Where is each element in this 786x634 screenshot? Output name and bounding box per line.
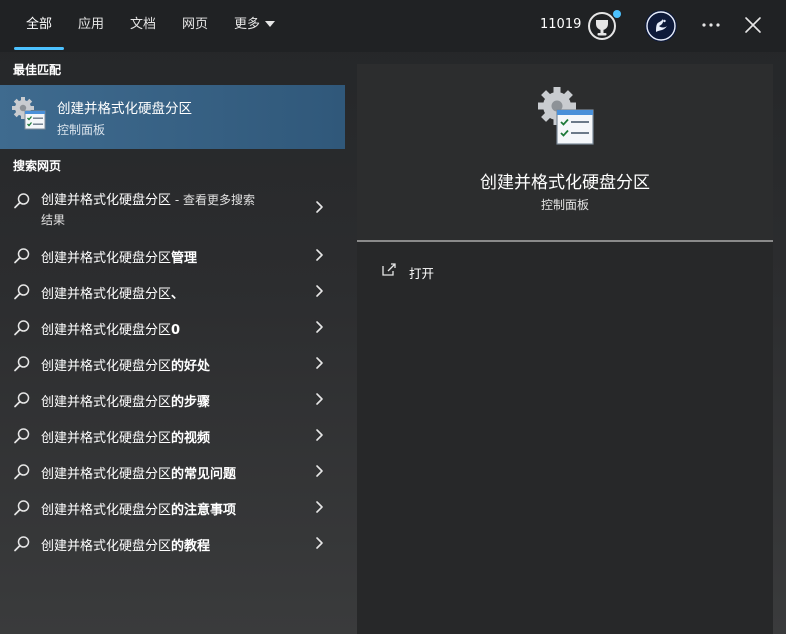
web-suggestion-item[interactable]: 创建并格式化硬盘分区的好处 xyxy=(0,345,345,381)
chevron-right-icon xyxy=(316,285,323,297)
search-web-header: 搜索网页 xyxy=(13,159,62,173)
chevron-right-icon xyxy=(316,321,323,333)
top-bar: 全部 应用 文档 网页 更多 11019 xyxy=(0,0,786,52)
notification-dot xyxy=(613,10,621,18)
web-suggestion-prefix: 创建并格式化硬盘分区 xyxy=(41,323,172,338)
control-panel-settings-icon xyxy=(12,97,46,130)
web-suggestion-prefix: 创建并格式化硬盘分区 xyxy=(41,395,172,410)
web-suggestion-item[interactable]: 创建并格式化硬盘分区的步骤 xyxy=(0,381,345,417)
search-icon xyxy=(14,464,30,480)
chevron-right-icon xyxy=(316,249,323,261)
web-result-label: 创建并格式化硬盘分区 - 查看更多搜索 xyxy=(41,190,255,211)
chevron-right-icon xyxy=(316,537,323,549)
web-suggestion-prefix: 创建并格式化硬盘分区 xyxy=(41,359,172,374)
web-suggestion-item[interactable]: 创建并格式化硬盘分区的教程 xyxy=(0,525,345,561)
web-suggestion-bold: 的好处 xyxy=(171,359,211,374)
web-query-text: 创建并格式化硬盘分区 xyxy=(41,193,172,208)
web-suggestion-prefix: 创建并格式化硬盘分区 xyxy=(41,251,172,266)
chevron-right-icon xyxy=(316,393,323,405)
preview-pane: 创建并格式化硬盘分区 控制面板 打开 xyxy=(357,64,773,634)
web-suggestion-bold: 0 xyxy=(171,323,181,338)
web-suggestion-label: 创建并格式化硬盘分区的步骤 xyxy=(41,391,210,410)
web-suggestion-bold: 的视频 xyxy=(171,431,211,446)
preview-subtitle: 控制面板 xyxy=(540,198,589,212)
search-icon xyxy=(14,284,30,300)
web-more-results-suffix-line2: 结果 xyxy=(41,213,66,227)
active-tab-indicator xyxy=(14,47,64,50)
web-suggestion-bold: 的常见问题 xyxy=(171,467,237,482)
search-icon xyxy=(14,536,30,552)
profile-avatar-icon[interactable] xyxy=(645,10,677,42)
best-match-result[interactable]: 创建并格式化硬盘分区 控制面板 xyxy=(0,85,345,149)
search-icon xyxy=(14,320,30,336)
web-suggestion-item[interactable]: 创建并格式化硬盘分区的注意事项 xyxy=(0,489,345,525)
chevron-down-icon xyxy=(265,21,276,27)
web-suggestion-label: 创建并格式化硬盘分区的注意事项 xyxy=(41,499,236,518)
web-suggestion-bold: 的教程 xyxy=(171,539,211,554)
web-suggestion-bold: 、 xyxy=(171,287,185,302)
chevron-right-icon xyxy=(316,429,323,441)
best-match-title: 创建并格式化硬盘分区 xyxy=(57,101,192,117)
search-icon xyxy=(14,392,30,408)
web-suggestion-label: 创建并格式化硬盘分区、 xyxy=(41,283,184,302)
web-search-more-results[interactable]: 创建并格式化硬盘分区 - 查看更多搜索 结果 xyxy=(0,190,345,236)
open-action-label: 打开 xyxy=(409,266,435,281)
web-suggestion-item[interactable]: 创建并格式化硬盘分区0 xyxy=(0,309,345,345)
web-suggestion-bold: 管理 xyxy=(171,251,198,266)
chevron-right-icon xyxy=(316,465,323,477)
best-match-subtitle: 控制面板 xyxy=(57,123,106,137)
chevron-right-icon xyxy=(316,201,323,213)
tab-all[interactable]: 全部 xyxy=(26,0,52,50)
tab-more-label: 更多 xyxy=(234,17,261,32)
web-suggestion-label: 创建并格式化硬盘分区0 xyxy=(41,319,180,338)
web-suggestion-item[interactable]: 创建并格式化硬盘分区的常见问题 xyxy=(0,453,345,489)
tab-more[interactable]: 更多 xyxy=(234,0,276,50)
preview-header: 创建并格式化硬盘分区 控制面板 xyxy=(357,64,773,240)
best-match-header: 最佳匹配 xyxy=(13,63,62,77)
web-suggestion-prefix: 创建并格式化硬盘分区 xyxy=(41,503,172,518)
tab-documents[interactable]: 文档 xyxy=(130,0,156,50)
preview-title: 创建并格式化硬盘分区 xyxy=(480,173,650,193)
web-suggestion-label: 创建并格式化硬盘分区的视频 xyxy=(41,427,210,446)
web-suggestion-prefix: 创建并格式化硬盘分区 xyxy=(41,539,172,554)
preview-divider xyxy=(357,240,773,242)
search-icon xyxy=(14,428,30,444)
close-icon[interactable] xyxy=(744,16,762,34)
search-icon xyxy=(14,356,30,372)
web-suggestion-prefix: 创建并格式化硬盘分区 xyxy=(41,467,172,482)
tab-web[interactable]: 网页 xyxy=(182,0,208,50)
web-suggestion-label: 创建并格式化硬盘分区管理 xyxy=(41,247,197,266)
web-suggestion-prefix: 创建并格式化硬盘分区 xyxy=(41,431,172,446)
web-suggestion-label: 创建并格式化硬盘分区的常见问题 xyxy=(41,463,236,482)
open-action[interactable]: 打开 xyxy=(369,256,761,286)
chevron-right-icon xyxy=(316,357,323,369)
web-suggestion-bold: 的步骤 xyxy=(171,395,211,410)
web-more-results-suffix: - 查看更多搜索 xyxy=(171,193,255,207)
web-suggestion-label: 创建并格式化硬盘分区的好处 xyxy=(41,355,210,374)
rewards-points[interactable]: 11019 xyxy=(540,0,581,50)
control-panel-settings-icon xyxy=(538,87,594,145)
web-suggestion-item[interactable]: 创建并格式化硬盘分区管理 xyxy=(0,237,345,273)
web-suggestion-prefix: 创建并格式化硬盘分区 xyxy=(41,287,172,302)
search-icon xyxy=(14,248,30,264)
search-icon xyxy=(14,500,30,516)
search-icon xyxy=(14,193,30,209)
web-suggestion-bold: 的注意事项 xyxy=(171,503,237,518)
web-suggestion-item[interactable]: 创建并格式化硬盘分区、 xyxy=(0,273,345,309)
web-suggestion-item[interactable]: 创建并格式化硬盘分区的视频 xyxy=(0,417,345,453)
open-external-icon xyxy=(382,263,396,276)
web-suggestion-label: 创建并格式化硬盘分区的教程 xyxy=(41,535,210,554)
tab-apps[interactable]: 应用 xyxy=(78,0,104,50)
ellipsis-icon[interactable] xyxy=(700,14,722,36)
chevron-right-icon xyxy=(316,501,323,513)
